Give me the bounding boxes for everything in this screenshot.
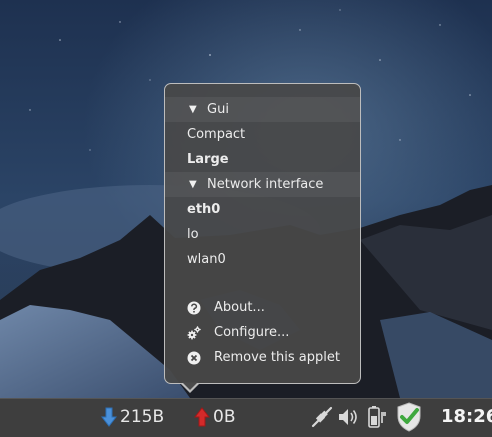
menu-item-remove-label: Remove this applet	[214, 350, 340, 365]
menu-item-wlan0-label: wlan0	[187, 252, 226, 267]
remove-icon	[187, 351, 201, 365]
gears-icon	[187, 326, 201, 340]
menu-item-eth0-label: eth0	[187, 202, 221, 217]
bottom-panel: 215B 0B 18:26	[0, 398, 492, 437]
menu-item-lo-label: lo	[187, 227, 199, 242]
menu-item-wlan0[interactable]: wlan0	[165, 247, 360, 272]
menu-item-compact[interactable]: Compact	[165, 122, 360, 147]
menu-item-lo[interactable]: lo	[165, 222, 360, 247]
battery-charging-icon[interactable]	[366, 404, 388, 430]
menu-section-gui-label: Gui	[207, 102, 229, 117]
menu-item-large[interactable]: Large	[165, 147, 360, 172]
menu-item-about[interactable]: About...	[165, 295, 360, 320]
menu-item-configure-label: Configure...	[214, 325, 290, 340]
applet-context-menu: ▼ Gui Compact Large ▼ Network interface …	[164, 83, 361, 384]
menu-item-large-label: Large	[187, 152, 229, 167]
download-speed-text: 215B	[120, 407, 165, 427]
upload-speed-text: 0B	[213, 407, 236, 427]
menu-section-network-interface[interactable]: ▼ Network interface	[165, 172, 360, 197]
menu-pointer-arrow-fill	[182, 382, 198, 390]
menu-section-network-label: Network interface	[207, 177, 324, 192]
triangle-down-icon: ▼	[189, 104, 197, 115]
menu-item-about-label: About...	[214, 300, 265, 315]
menu-item-remove-applet[interactable]: Remove this applet	[165, 345, 360, 370]
menu-item-configure[interactable]: Configure...	[165, 320, 360, 345]
help-icon	[187, 301, 201, 315]
security-shield-check-icon[interactable]	[396, 402, 422, 432]
volume-icon[interactable]	[337, 407, 359, 427]
triangle-down-icon: ▼	[189, 179, 197, 190]
menu-section-gui[interactable]: ▼ Gui	[165, 97, 360, 122]
download-arrow-icon	[101, 407, 117, 427]
network-plug-icon[interactable]	[311, 406, 333, 428]
menu-item-eth0[interactable]: eth0	[165, 197, 360, 222]
menu-item-compact-label: Compact	[187, 127, 246, 142]
upload-arrow-icon	[194, 407, 210, 427]
panel-clock[interactable]: 18:26	[441, 399, 492, 437]
